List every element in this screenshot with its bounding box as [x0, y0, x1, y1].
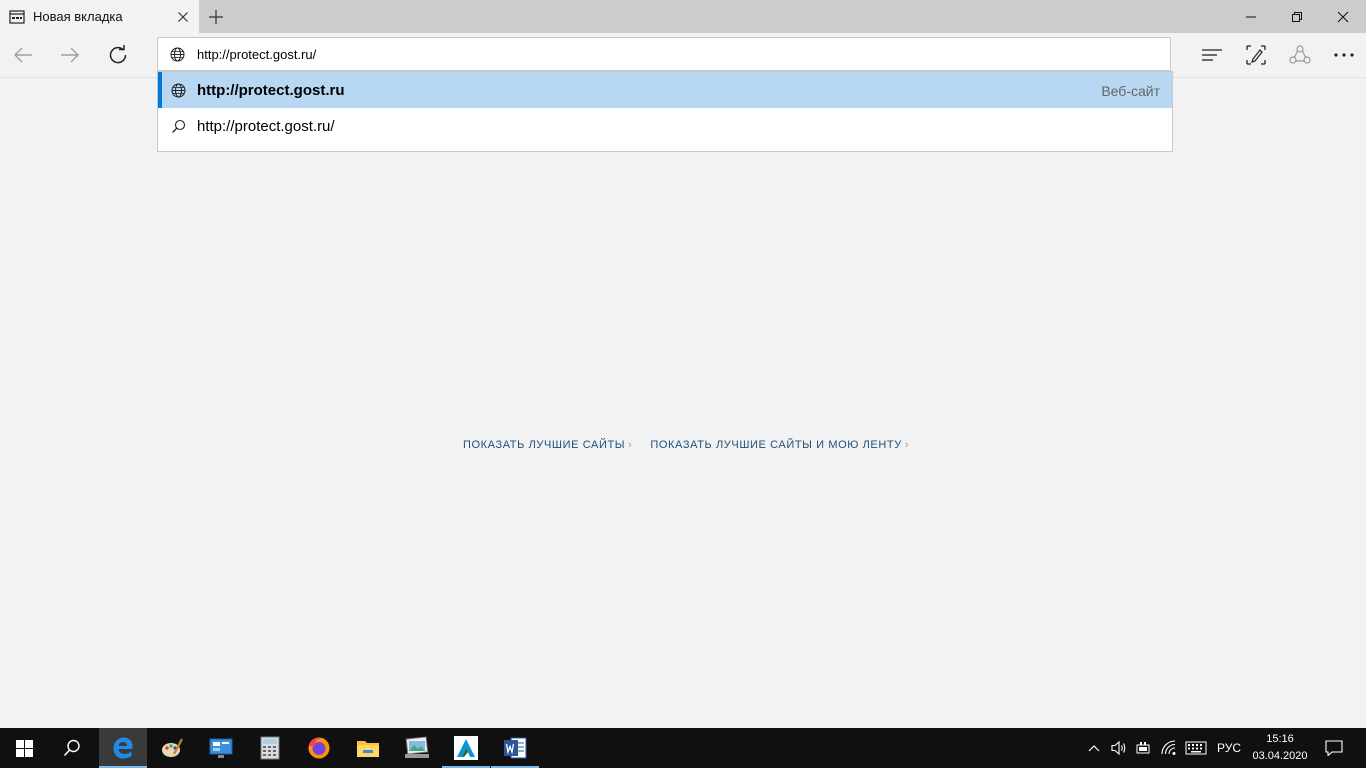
clock-time: 15:16 — [1266, 733, 1294, 745]
chevron-right-icon: › — [628, 439, 633, 451]
tab-title: Новая вкладка — [33, 9, 123, 24]
search-icon — [171, 119, 186, 134]
suggestion-website[interactable]: http://protect.gost.ru Веб-сайт — [158, 72, 1172, 108]
firefox-icon — [307, 736, 331, 760]
start-button[interactable] — [0, 728, 48, 768]
wifi-icon[interactable] — [1157, 728, 1181, 768]
tab-new-tab[interactable]: Новая вкладка — [0, 0, 199, 33]
action-center-icon[interactable] — [1318, 728, 1350, 768]
refresh-button[interactable] — [104, 41, 132, 69]
taskbar-edge-button[interactable] — [99, 728, 147, 768]
paint-palette-icon — [160, 736, 184, 760]
suggestion-text: http://protect.gost.ru — [197, 82, 345, 99]
new-tab-plus-icon[interactable] — [207, 8, 225, 26]
clock-date: 03.04.2020 — [1252, 750, 1308, 762]
taskbar-search-button[interactable] — [48, 728, 96, 768]
suggestion-text: http://protect.gost.ru/ — [197, 118, 335, 135]
input-language-label: РУС — [1216, 741, 1242, 755]
system-clock[interactable]: 15:16 03.04.2020 — [1250, 731, 1310, 765]
suggestion-type: Веб-сайт — [1101, 83, 1160, 99]
chevron-right-icon: › — [904, 439, 910, 451]
input-language-indicator[interactable]: РУС — [1212, 728, 1246, 768]
restore-button[interactable] — [1274, 0, 1320, 33]
minimize-button[interactable] — [1228, 0, 1274, 33]
word-icon — [503, 736, 527, 760]
edge-icon — [111, 736, 135, 760]
hub-favorites-button[interactable] — [1197, 41, 1227, 69]
touch-keyboard-icon[interactable] — [1183, 728, 1209, 768]
globe-icon — [171, 83, 186, 98]
taskbar-autocad-button[interactable] — [442, 728, 490, 768]
taskbar-calculator-button[interactable] — [246, 728, 294, 768]
show-top-sites-label: ПОКАЗАТЬ ЛУЧШИЕ САЙТЫ — [463, 439, 626, 451]
control-panel-icon — [209, 737, 233, 759]
taskbar-firefox-button[interactable] — [295, 728, 343, 768]
tab-bar: Новая вкладка — [0, 0, 1366, 33]
show-hidden-icons-button[interactable] — [1084, 728, 1104, 768]
show-top-sites-and-feed-label: ПОКАЗАТЬ ЛУЧШИЕ САЙТЫ И МОЮ ЛЕНТУ — [650, 439, 902, 451]
new-tab-options: ПОКАЗАТЬ ЛУЧШИЕ САЙТЫ › ПОКАЗАТЬ ЛУЧШИЕ С… — [463, 439, 909, 451]
photo-viewer-icon — [404, 736, 430, 760]
taskbar-word-button[interactable] — [491, 728, 539, 768]
new-tab-page-icon — [9, 9, 25, 25]
taskbar-photos-button[interactable] — [393, 728, 441, 768]
taskbar-file-explorer-button[interactable] — [344, 728, 392, 768]
close-tab-icon[interactable] — [175, 9, 191, 25]
more-options-icon[interactable] — [1329, 41, 1359, 69]
suggestion-search[interactable]: http://protect.gost.ru/ — [158, 108, 1172, 144]
share-icon[interactable] — [1285, 41, 1315, 69]
show-top-sites-link[interactable]: ПОКАЗАТЬ ЛУЧШИЕ САЙТЫ › — [463, 439, 632, 451]
volume-icon[interactable] — [1107, 728, 1131, 768]
address-suggestions-dropdown: http://protect.gost.ru Веб-сайт http://p… — [157, 71, 1173, 152]
autocad-icon — [454, 736, 478, 760]
calculator-icon — [260, 736, 280, 760]
taskbar-control-panel-button[interactable] — [197, 728, 245, 768]
folder-icon — [356, 737, 380, 759]
back-button[interactable] — [9, 41, 37, 69]
address-input[interactable] — [197, 43, 1157, 65]
forward-button[interactable] — [56, 41, 84, 69]
taskbar-paint-button[interactable] — [148, 728, 196, 768]
address-bar[interactable] — [157, 37, 1171, 71]
close-window-button[interactable] — [1320, 0, 1366, 33]
taskbar: РУС 15:16 03.04.2020 — [0, 728, 1366, 768]
web-note-button[interactable] — [1241, 41, 1271, 69]
battery-icon[interactable] — [1132, 728, 1154, 768]
globe-icon — [170, 47, 185, 62]
show-top-sites-and-feed-link[interactable]: ПОКАЗАТЬ ЛУЧШИЕ САЙТЫ И МОЮ ЛЕНТУ › — [650, 439, 909, 451]
